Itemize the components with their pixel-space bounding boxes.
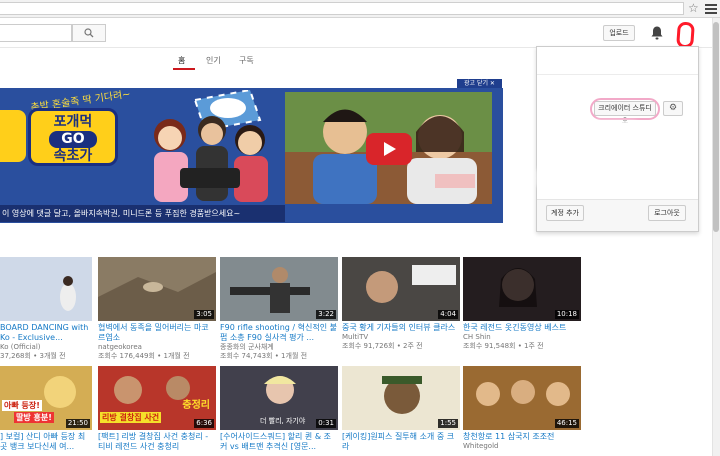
video-title[interactable]: [수어사이드스쿼드] 할리 퀸 & 조커 vs 배트맨 추격신 [영문... <box>220 432 338 452</box>
video-thumbnail[interactable] <box>0 257 92 321</box>
tab-home[interactable]: 홈 <box>178 55 185 69</box>
video-meta: 조회수 176,449회 • 1개월 전 <box>98 352 190 360</box>
dropdown-divider <box>537 74 698 75</box>
video-meta: 조회수 91,726회 • 2주 전 <box>342 342 423 350</box>
page-bottom <box>0 450 712 456</box>
video-title[interactable]: [케이킹]원피스 질투해 소개 중 크라 <box>342 432 460 452</box>
thumbnail-overlay-text: 충정리 <box>182 400 210 411</box>
video-title[interactable]: ] 보컬] 산디 아빠 등장 최 곳 뱅크 보다신세 여... <box>0 432 92 452</box>
video-duration: 3:05 <box>194 310 214 319</box>
video-title[interactable]: [팩트] 리방 결창집 사건 충청리 - 티비 레전드 사건 충청리 <box>98 432 216 452</box>
video-card[interactable]: 더 빨리, 자기야 0:31 [수어사이드스쿼드] 할리 퀸 & 조커 vs 배… <box>220 366 338 452</box>
tab-trending[interactable]: 인기 <box>206 55 221 69</box>
video-duration: 0:31 <box>316 419 336 428</box>
video-duration: 1:55 <box>438 419 458 428</box>
video-card[interactable]: 4:04 중국 황게 기자들의 인터뷰 클라스 MultiTV 조회수 91,7… <box>342 257 460 351</box>
search-input[interactable] <box>0 24 72 42</box>
video-channel[interactable]: 종종화의 군사채계 <box>220 343 338 352</box>
video-card[interactable]: 아빠 등장! 딸방 흥분! 21:50 ] 보컬] 산디 아빠 등장 최 곳 뱅… <box>0 366 92 452</box>
video-title[interactable]: BOARD DANCING with Ko - Exclusive... <box>0 323 92 343</box>
bell-icon[interactable] <box>650 25 664 41</box>
thumbnail-overlay-text: 아빠 등장! <box>2 400 42 411</box>
video-thumbnail[interactable]: 10:18 <box>463 257 581 321</box>
video-title[interactable]: 협벽에서 동족을 밀어버리는 마코르염소 <box>98 323 216 343</box>
video-thumbnail[interactable]: 4:04 <box>342 257 460 321</box>
ad-close-button[interactable]: 광고 닫기 ✕ <box>457 79 502 88</box>
ad-logo-line3: 속초가 <box>53 148 93 164</box>
video-thumbnail[interactable]: 46:15 <box>463 366 581 430</box>
video-channel[interactable]: MultiTV <box>342 333 460 342</box>
search-icon <box>84 28 94 38</box>
video-duration: 3:22 <box>316 310 336 319</box>
ad-people-illustration <box>154 90 268 202</box>
video-card[interactable]: 1:55 [케이킹]원피스 질투해 소개 중 크라 <box>342 366 460 452</box>
video-duration: 6:36 <box>194 419 214 428</box>
video-card[interactable]: 10:18 한국 레전드 옷긴동영상 베스트 CH Shin 조회수 91,54… <box>463 257 581 351</box>
logout-button[interactable]: 로그아웃 <box>648 205 686 221</box>
video-card[interactable]: 46:15 창천항로 11 삼국지 조조전 Whitegold <box>463 366 581 451</box>
banner-top-strip <box>0 78 503 88</box>
active-tab-indicator <box>173 68 195 70</box>
ad-logo-line2: GO <box>49 131 97 148</box>
thumbnail-caption: 더 빨리, 자기야 <box>260 417 306 425</box>
address-bar[interactable] <box>0 2 684 15</box>
ad-left-badge <box>0 110 26 162</box>
video-duration: 46:15 <box>554 419 579 428</box>
video-card[interactable]: 3:05 협벽에서 동족을 밀어버리는 마코르염소 natgeokorea 조회… <box>98 257 216 361</box>
video-thumbnail[interactable]: 3:22 <box>220 257 338 321</box>
video-channel[interactable]: Ko (Official) <box>0 343 92 352</box>
video-title[interactable]: 창천항로 11 삼국지 조조전 <box>463 432 581 442</box>
upload-button[interactable]: 업로드 <box>603 25 635 41</box>
video-duration: 21:50 <box>65 419 90 428</box>
creator-studio-highlight <box>590 98 660 120</box>
video-card[interactable]: 충정리 리방 결창집 사건 6:36 [팩트] 리방 결창집 사건 충청리 - … <box>98 366 216 452</box>
video-card[interactable]: BOARD DANCING with Ko - Exclusive... Ko … <box>0 257 92 361</box>
video-meta: 37,268회 • 3개월 전 <box>0 352 66 360</box>
video-meta: 조회수 74,743회 • 1개월 전 <box>220 352 308 360</box>
thumbnail-overlay-text: 딸방 흥분! <box>14 412 54 423</box>
ad-logo: 포개먹 GO 속초가 <box>28 108 118 166</box>
thumbnail-overlay-text: 리방 결창집 사건 <box>100 412 162 423</box>
star-icon[interactable]: ☆ <box>688 1 700 15</box>
settings-button[interactable]: ⚙ <box>663 101 683 116</box>
video-card[interactable]: 3:22 F90 rifle shooting / 혁신적인 불펍 소총 F90… <box>220 257 338 361</box>
video-duration: 4:04 <box>438 310 458 319</box>
avatar-annotation-circle[interactable] <box>676 21 695 49</box>
redacted-account-name <box>558 124 638 138</box>
video-channel[interactable]: CH Shin <box>463 333 581 342</box>
video-title[interactable]: 중국 황게 기자들의 인터뷰 클라스 <box>342 323 460 333</box>
video-title[interactable]: F90 rifle shooting / 혁신적인 불펍 소총 F90 실사격 … <box>220 323 338 343</box>
video-meta: 조회수 91,548회 • 1주 전 <box>463 342 544 350</box>
hamburger-menu-icon[interactable] <box>705 2 717 14</box>
video-duration: 10:18 <box>554 310 579 319</box>
redacted-account-extra <box>540 168 610 188</box>
ad-logo-line1: 포개먹 <box>53 114 93 130</box>
video-channel[interactable]: natgeokorea <box>98 343 216 352</box>
search-button[interactable] <box>72 24 106 42</box>
tab-subscriptions[interactable]: 구독 <box>239 55 254 69</box>
video-title[interactable]: 한국 레전드 옷긴동영상 베스트 <box>463 323 581 333</box>
redacted-account-email <box>545 142 635 160</box>
video-thumbnail[interactable]: 더 빨리, 자기야 0:31 <box>220 366 338 430</box>
video-thumbnail[interactable]: 3:05 <box>98 257 216 321</box>
add-account-button[interactable]: 계정 추가 <box>546 205 584 221</box>
video-thumbnail[interactable]: 충정리 리방 결창집 사건 6:36 <box>98 366 216 430</box>
play-icon[interactable] <box>366 133 412 165</box>
video-thumbnail[interactable]: 아빠 등장! 딸방 흥분! 21:50 <box>0 366 92 430</box>
ad-bottom-caption: 이 영상에 댓글 달고, 올바지속박권, 미니드론 등 푸짐한 경품받으세요~ <box>0 205 285 222</box>
video-thumbnail[interactable]: 1:55 <box>342 366 460 430</box>
gear-icon: ⚙ <box>668 103 678 113</box>
scrollbar-thumb[interactable] <box>713 22 719 232</box>
